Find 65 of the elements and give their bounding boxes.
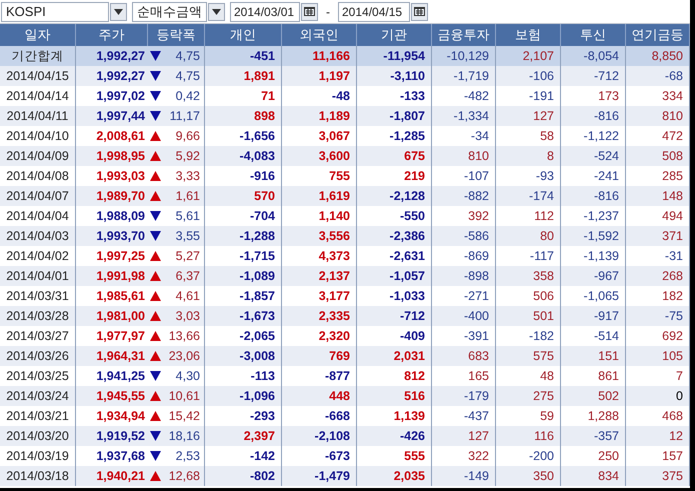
end-date-field[interactable]: 2014/04/15 [338, 2, 410, 22]
price-cell-text: 1,940,21 [95, 468, 146, 485]
change-cell-text: 4,30 [176, 368, 200, 385]
change-cell-text: 10,61 [168, 388, 200, 405]
change-cell-text: 1,61 [176, 188, 200, 205]
market-select[interactable]: KOSPI [1, 2, 109, 22]
price-cell-text: 2,008,61 [95, 128, 146, 145]
price-cell-text: 1,992,27 [95, 48, 146, 65]
caret-icon [212, 8, 221, 14]
change-cell-text: 9,66 [176, 128, 200, 145]
change-cell-text: 0,42 [176, 88, 200, 105]
value-cell: 375 [626, 466, 690, 486]
change-cell-text: 4,61 [176, 288, 200, 305]
caret-icon [114, 8, 123, 14]
change-cell-text: 3,55 [176, 228, 200, 245]
change-cell-text: 5,92 [176, 148, 200, 165]
price-cell-text: 1,945,55 [95, 388, 146, 405]
change-cell-text: 2,53 [176, 448, 200, 465]
dropdown-button[interactable] [208, 2, 225, 20]
change-cell-text: 3,33 [176, 168, 200, 185]
price-cell-text: 1,998,95 [95, 148, 146, 165]
price-cell-text: 1,993,03 [95, 168, 146, 185]
price-cell-text: 1,991,98 [95, 268, 146, 285]
change-cell-text: 13,66 [168, 328, 200, 345]
price-cell-text: 1,981,00 [95, 308, 146, 325]
change-cell-text: 15,42 [168, 408, 200, 425]
price-cell-text: 1,985,61 [95, 288, 146, 305]
price-cell-text: 1,964,31 [95, 348, 146, 365]
change-cell-text: 12,68 [168, 468, 200, 485]
value-cell: 834 [561, 466, 626, 486]
calendar-button[interactable] [411, 2, 428, 20]
price-cell-text: 1,919,52 [95, 428, 146, 445]
date-separator: - [325, 4, 331, 20]
price-cell-text: 1,989,70 [95, 188, 146, 205]
change-cell-text: 5,27 [176, 248, 200, 265]
date-cell: 2014/03/18 [0, 466, 76, 486]
change-cell-text: 23,06 [168, 348, 200, 365]
change-cell-text: 11,17 [170, 108, 200, 125]
price-cell-text: 1,988,09 [95, 208, 146, 225]
calendar-icon [414, 7, 425, 16]
price-cell-text: 1,992,27 [95, 68, 146, 85]
value-cell: -1,479 [282, 466, 357, 486]
value-cell: -802 [205, 466, 282, 486]
price-cell-text: 1,993,70 [95, 228, 146, 245]
price-cell-text: 1,997,25 [95, 248, 146, 265]
change-cell-text: 18,16 [168, 428, 200, 445]
change-cell-text: 3,03 [176, 308, 200, 325]
price-cell-text: 1,997,02 [95, 88, 146, 105]
type-select[interactable]: 순매수금액 [132, 2, 207, 22]
calendar-icon [304, 7, 315, 16]
change-cell-text: 4,75 [176, 68, 200, 85]
value-cell: 350 [496, 466, 561, 486]
change-cell-text: 5,61 [176, 208, 200, 225]
start-date-field[interactable]: 2014/03/01 [230, 2, 300, 22]
change-cell-text: 6,37 [176, 268, 200, 285]
dropdown-button[interactable] [110, 2, 127, 20]
price-cell-text: 1,997,44 [95, 108, 146, 125]
change-cell-text: 4,75 [176, 48, 200, 65]
price-cell-text: 1,941,25 [95, 368, 146, 385]
price-cell-text: 1,977,97 [95, 328, 146, 345]
value-cell: 2,035 [357, 466, 432, 486]
calendar-button[interactable] [301, 2, 318, 20]
value-cell: -149 [432, 466, 496, 486]
price-cell-text: 1,934,94 [95, 408, 146, 425]
price-cell-text: 1,937,68 [95, 448, 146, 465]
